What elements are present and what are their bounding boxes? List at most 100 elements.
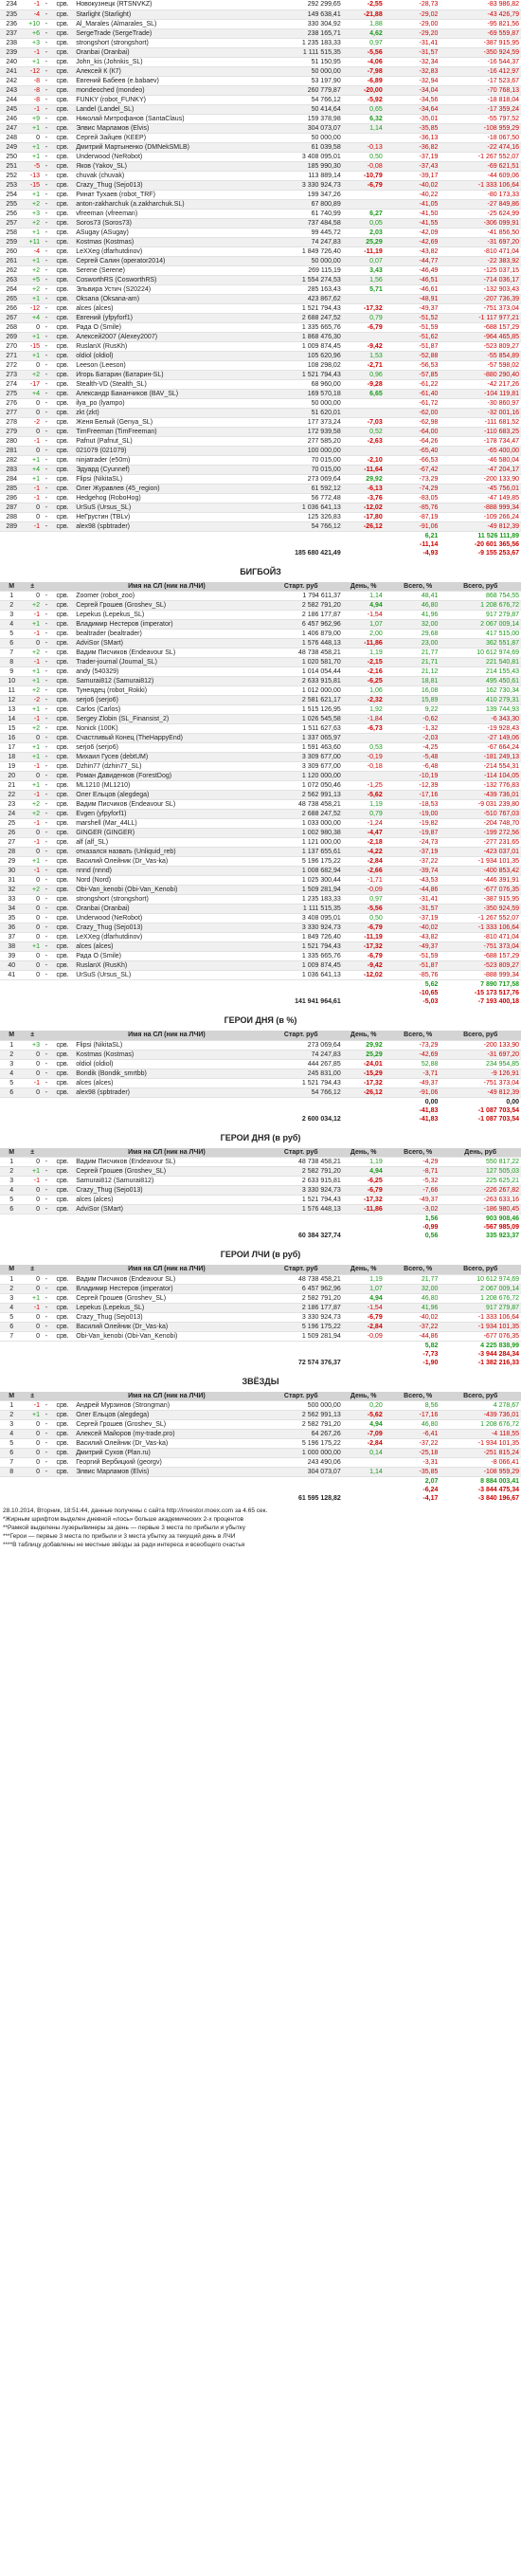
column-header[interactable] [384,1265,396,1275]
start-cell: 1 072 050,46 [259,780,343,791]
column-header[interactable] [41,581,51,592]
name-cell: Евгений (yfpyforf1) [74,313,260,323]
day-pct-cell: -2,55 [342,0,385,10]
column-header[interactable] [41,1391,51,1401]
sep-cell: - [41,742,51,753]
flag-cell [384,847,396,857]
table-row: 21 +1- срв. ML1210 (ML1210) 1 072 050,46 -1,2… [0,780,521,791]
column-header[interactable]: Всего, руб [440,1031,521,1041]
column-header[interactable]: Всего, руб [440,581,521,592]
column-header[interactable] [41,1147,51,1158]
column-header[interactable]: Старт. руб [259,1147,343,1158]
total-rub-cell: -446 391,91 [440,875,521,886]
column-header[interactable]: Имя на СЛ (ник на ЛЧИ) [74,1031,260,1041]
column-header[interactable]: Старт. руб [259,1031,343,1041]
column-header[interactable]: Всего, % [395,1147,440,1158]
start-cell: 1 008 682,94 [259,866,343,876]
column-header[interactable] [50,1265,75,1275]
column-header[interactable] [50,1031,75,1041]
flag-cell [384,408,396,418]
sep-cell: - [41,1274,51,1285]
totals-cell [384,1476,396,1486]
type-cell: срв. [50,960,75,971]
rank-cell: 271 [0,351,24,361]
column-header[interactable]: День, % [342,1147,385,1158]
column-header[interactable] [384,581,396,592]
start-cell: 304 073,07 [259,123,343,134]
sep-cell: - [41,341,51,352]
name-cell: oldiol (oldiol) [74,351,260,361]
change-cell: 0 [23,322,42,333]
sep-cell: - [41,629,51,639]
total-pct-cell: -41,50 [395,209,440,219]
column-header[interactable]: Всего, % [395,1265,440,1275]
start-cell: 1 521 794,43 [259,303,343,314]
type-cell: срв. [50,1274,75,1285]
table-row: 3 0- срв. oldiol (oldiol) 444 267,85 -24,01 52… [0,1059,521,1069]
flag-cell [384,95,396,105]
column-header[interactable]: ± [23,1265,42,1275]
column-header[interactable]: День, руб [440,1147,521,1158]
column-header[interactable]: М [0,1031,24,1041]
day-pct-cell: -0,19 [342,752,385,762]
totals-row: -11,14 -20 601 365,56 [0,539,521,549]
totals-cell [50,1349,75,1359]
change-cell: -1 [23,790,42,800]
column-header[interactable]: М [0,1265,24,1275]
change-cell: 0 [23,1448,42,1458]
column-header[interactable] [50,1391,75,1401]
column-header[interactable] [50,1147,75,1158]
column-header[interactable]: День, % [342,581,385,592]
type-cell: срв. [50,322,75,333]
column-header[interactable]: ± [23,1031,42,1041]
totals-cell [0,979,24,989]
column-header[interactable] [384,1147,396,1158]
column-header[interactable]: Имя на СЛ (ник на ЛЧИ) [74,1391,260,1401]
column-header[interactable] [384,1391,396,1401]
column-header[interactable]: Старт. руб [259,1391,343,1401]
totals-cell: 60 384 327,74 [259,1232,343,1240]
column-header[interactable]: День, % [342,1265,385,1275]
flag-cell [384,417,396,428]
column-header[interactable] [384,1031,396,1041]
total-rub-cell: 550 817,22 [440,1157,521,1167]
totals-cell [0,1486,24,1494]
totals-cell [50,1232,75,1240]
totals-cell [23,1341,42,1350]
day-pct-cell: 0,79 [342,313,385,323]
name-cell: alf (alf_SL) [74,837,260,848]
totals-row: 60 384 327,74 0,56 335 923,37 [0,1232,521,1240]
totals-cell [384,539,396,549]
start-cell: 159 378,98 [259,114,343,124]
column-header[interactable] [41,1031,51,1041]
column-header[interactable]: М [0,581,24,592]
column-header[interactable]: Всего, % [395,581,440,592]
column-header[interactable]: Имя на СЛ (ник на ЛЧИ) [74,1265,260,1275]
column-header[interactable]: Старт. руб [259,581,343,592]
column-header[interactable] [41,1265,51,1275]
column-header[interactable]: Всего, % [395,1391,440,1401]
column-header[interactable]: Всего, руб [440,1265,521,1275]
column-header[interactable]: День, % [342,1391,385,1401]
column-header[interactable]: Всего, руб [440,1391,521,1401]
column-header[interactable]: Всего, % [395,1031,440,1041]
total-pct-cell: -64,26 [395,436,440,447]
total-rub-cell: -18 818,04 [440,95,521,105]
sep-cell: - [41,142,51,153]
name-cell: SergeTrade (SergeTrade) [74,28,260,39]
column-header[interactable]: М [0,1147,24,1158]
flag-cell [384,1419,396,1430]
column-header[interactable]: ± [23,581,42,592]
total-rub-cell: -423 037,01 [440,847,521,857]
column-header[interactable] [50,581,75,592]
column-header[interactable]: ± [23,1391,42,1401]
column-header[interactable]: Имя на СЛ (ник на ЛЧИ) [74,1147,260,1158]
sep-cell: - [41,1410,51,1420]
column-header[interactable]: Старт. руб [259,1265,343,1275]
totals-row: -6,24 -3 844 475,34 [0,1486,521,1494]
column-header[interactable]: М [0,1391,24,1401]
column-header[interactable]: Имя на СЛ (ник на ЛЧИ) [74,581,260,592]
table-row: 263 +5- срв. CosworthRS (CosworthRS) 1 554 2… [0,275,521,285]
column-header[interactable]: День, % [342,1031,385,1041]
column-header[interactable]: ± [23,1147,42,1158]
